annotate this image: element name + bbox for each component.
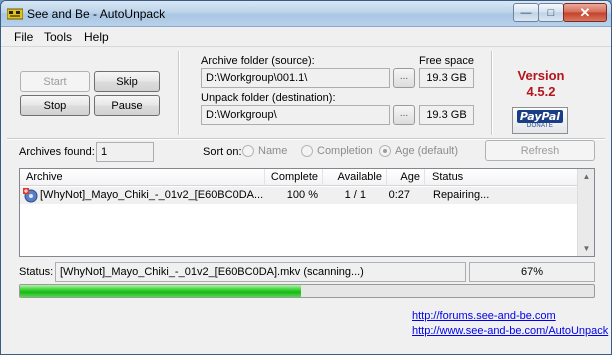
version-text: Version 4.5.2 [511,68,571,100]
destination-free-space: 19.3 GB [419,105,474,125]
sort-age-label: Age (default) [395,145,458,157]
column-complete[interactable]: Complete [258,171,318,183]
archive-repair-icon [23,188,38,203]
pause-button[interactable]: Pause [94,95,160,116]
row-status: Repairing... [433,189,490,201]
divider [491,51,493,135]
maximize-button[interactable]: □ [538,3,564,22]
source-path-field[interactable]: D:\Workgroup\001.1\ [201,68,390,88]
row-age: 0:27 [388,189,410,201]
scroll-up-icon[interactable]: ▲ [579,169,594,184]
version-label: Version [517,68,565,83]
divider [178,51,180,135]
status-percent: 67% [469,262,595,282]
donate-label: DONATE [526,123,554,129]
sort-label: Sort on: [203,146,242,158]
row-complete: 100 % [286,189,318,201]
free-space-label: Free space [419,55,475,67]
refresh-button[interactable]: Refresh [485,140,595,161]
source-label: Archive folder (source): [201,55,315,67]
status-label: Status: [19,266,54,278]
window-title: See and Be - AutoUnpack [27,7,166,21]
close-button[interactable]: ✕ [563,3,607,22]
progress-bar [19,284,595,298]
stop-button[interactable]: Stop [20,95,90,116]
sort-completion-radio[interactable]: Completion [301,145,373,157]
table-header: Archive Complete Available Age Status [20,169,577,186]
menu-bar: File Tools Help [1,27,611,47]
row-available: 1 / 1 [344,189,366,201]
archives-found-count: 1 [96,142,154,162]
sort-name-radio[interactable]: Name [242,145,287,157]
vertical-scrollbar[interactable]: ▲ ▼ [577,169,594,256]
destination-path-field[interactable]: D:\Workgroup\ [201,105,390,125]
window-status-bar [1,342,611,354]
archive-table[interactable]: Archive Complete Available Age Status [W… [19,168,595,257]
autounpack-link[interactable]: http://www.see-and-be.com/AutoUnpack [412,325,608,337]
source-free-space: 19.3 GB [419,68,474,88]
source-browse-button[interactable]: ... [393,68,415,88]
radio-icon [242,145,254,157]
destination-label: Unpack folder (destination): [201,92,336,104]
sort-name-label: Name [258,145,288,157]
progress-fill [20,285,302,297]
title-bar[interactable]: See and Be - AutoUnpack — □ ✕ [1,1,611,27]
status-text: [WhyNot]_Mayo_Chiki_-_01v2_[E60BC0DA].mk… [55,262,466,282]
menu-help[interactable]: Help [84,30,109,44]
sort-age-radio[interactable]: Age (default) [379,145,458,157]
start-button[interactable]: Start [20,71,90,92]
scroll-down-icon[interactable]: ▼ [579,241,594,256]
paypal-donate-button[interactable]: PayPal DONATE [512,107,568,134]
maximize-icon: □ [547,6,555,19]
column-divider[interactable] [424,169,425,186]
archives-found-label: Archives found: [19,146,95,158]
forums-link[interactable]: http://forums.see-and-be.com [412,310,556,322]
skip-button[interactable]: Skip [94,71,160,92]
paypal-logo: PayPal [516,110,564,123]
minimize-button[interactable]: — [513,3,539,22]
close-icon: ✕ [579,4,591,20]
column-archive[interactable]: Archive [26,171,63,183]
column-status[interactable]: Status [432,171,463,183]
sort-completion-label: Completion [317,145,373,157]
version-number: 4.5.2 [526,84,556,99]
menu-file[interactable]: File [14,30,33,44]
column-age[interactable]: Age [370,171,420,183]
row-archive-name: [WhyNot]_Mayo_Chiki_-_01v2_[E60BC0DA... [40,189,264,201]
destination-browse-button[interactable]: ... [393,105,415,125]
radio-selected-icon [379,145,391,157]
app-icon [7,8,23,20]
table-row[interactable]: [WhyNot]_Mayo_Chiki_-_01v2_[E60BC0DA... … [20,187,577,204]
radio-icon [301,145,313,157]
minimize-icon: — [520,6,532,19]
app-window: See and Be - AutoUnpack — □ ✕ File Tools… [0,0,612,355]
menu-tools[interactable]: Tools [44,30,72,44]
